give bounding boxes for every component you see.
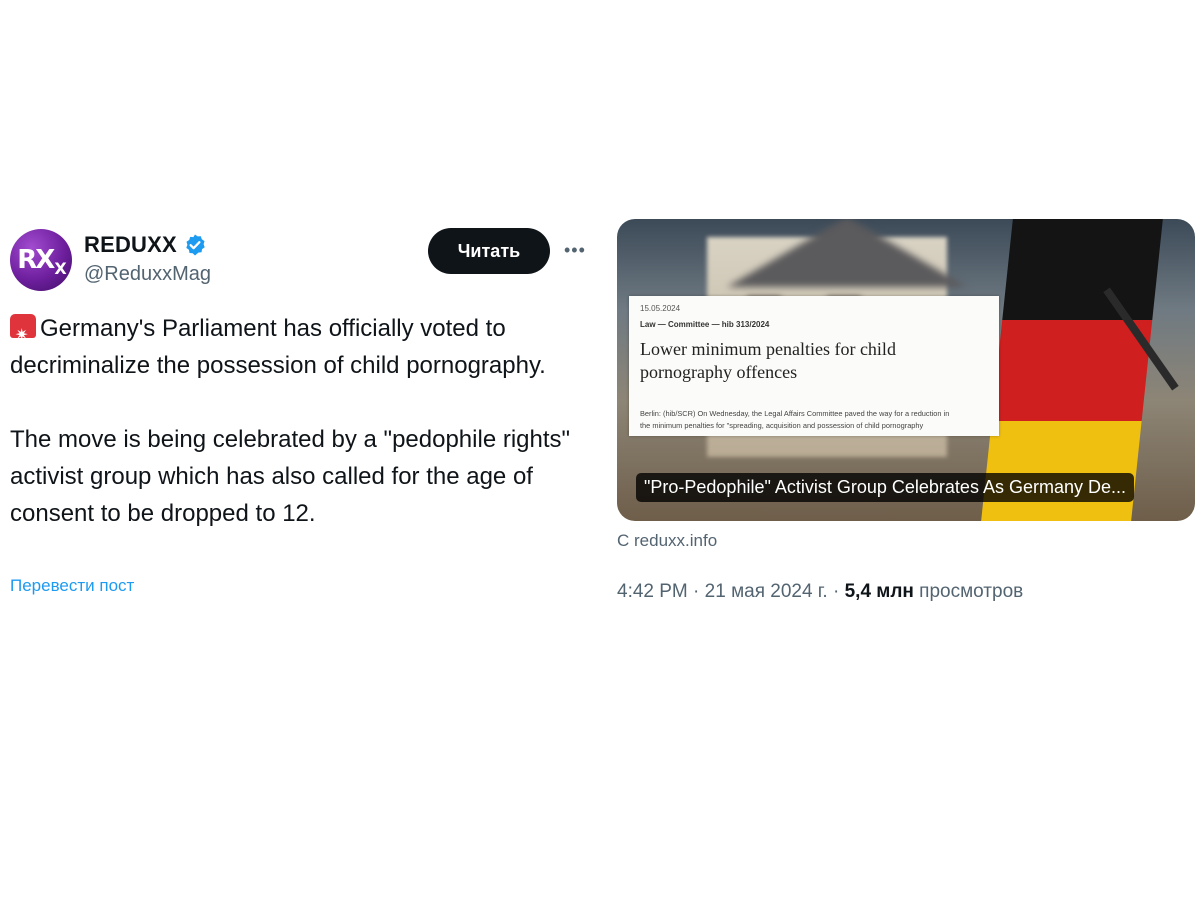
document-screenshot: 15.05.2024 Law — Committee — hib 313/202…: [629, 296, 999, 436]
doc-headline: Lower minimum penalties for child pornog…: [640, 339, 896, 382]
doc-date: 15.05.2024: [640, 304, 681, 313]
avatar-logo: RXX: [17, 244, 66, 278]
tweet-time[interactable]: 4:42 PM: [617, 581, 688, 602]
more-options-icon[interactable]: •••: [564, 240, 586, 261]
avatar[interactable]: RXX: [10, 229, 72, 291]
link-card-title[interactable]: "Pro-Pedophile" Activist Group Celebrate…: [636, 473, 1134, 502]
doc-category: Law — Committee — hib 313/2024: [640, 320, 770, 329]
author-name-row: REDUXX: [84, 232, 207, 258]
author-handle[interactable]: @ReduxxMag: [84, 263, 211, 286]
tweet-paragraph-2: The move is being celebrated by a "pedop…: [10, 426, 571, 527]
tweet-date[interactable]: 21 мая 2024 г.: [705, 581, 828, 602]
follow-button[interactable]: Читать: [428, 228, 550, 274]
tweet-meta: 4:42 PM · 21 мая 2024 г. · 5,4 млн просм…: [617, 581, 1024, 602]
views-count[interactable]: 5,4 млн: [845, 581, 914, 602]
tweet-paragraph-1: Germany's Parliament has officially vote…: [10, 310, 590, 384]
author-display-name[interactable]: REDUXX: [84, 232, 177, 258]
doc-body: Berlin: (hib/SCR) On Wednesday, the Lega…: [640, 409, 950, 430]
tweet-text: Germany's Parliament has officially vote…: [10, 310, 590, 532]
translate-post-link[interactable]: Перевести пост: [10, 576, 134, 596]
police-siren-icon: [10, 314, 36, 353]
verified-badge-icon: [186, 234, 205, 256]
tweet-header-and-text: RXX REDUXX @ReduxxMag Читать ••• Germany…: [10, 226, 600, 616]
link-card-source[interactable]: С reduxx.info: [617, 531, 717, 551]
tweet-link-card-and-meta: 15.05.2024 Law — Committee — hib 313/202…: [616, 195, 1200, 615]
views-label: просмотров: [919, 581, 1024, 602]
link-card-image[interactable]: 15.05.2024 Law — Committee — hib 313/202…: [617, 219, 1195, 521]
